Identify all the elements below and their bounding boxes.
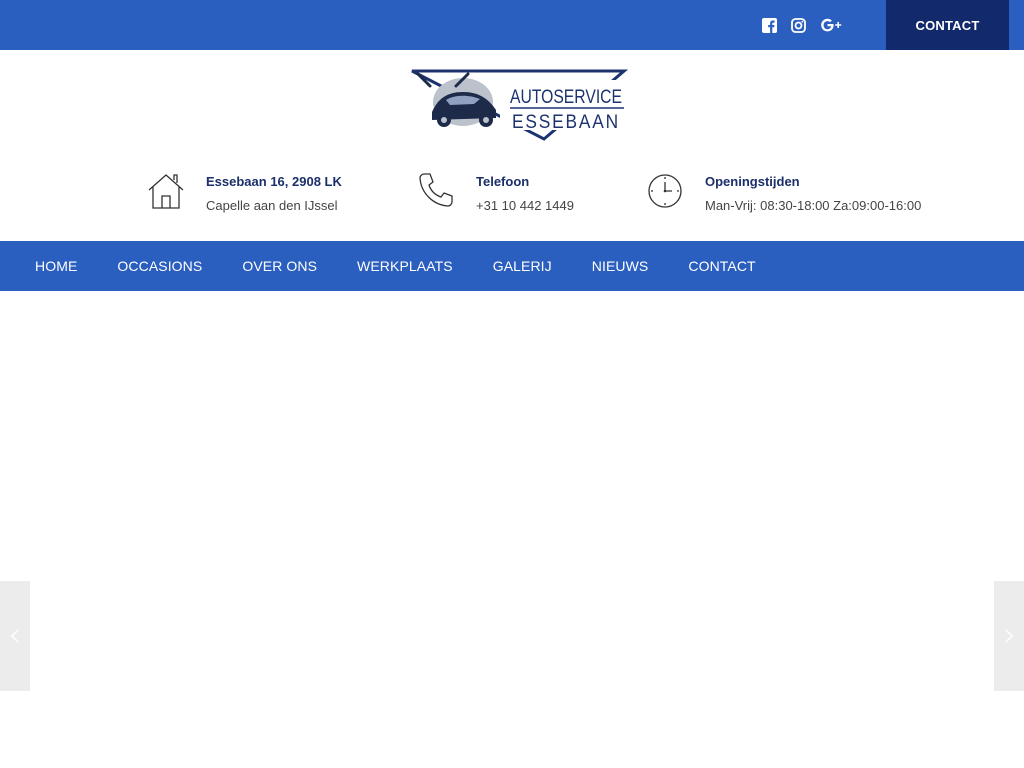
address-title: Essebaan 16, 2908 LK [206, 174, 342, 189]
hours-title: Openingstijden [705, 174, 800, 189]
facebook-icon[interactable] [758, 14, 780, 36]
phone-info: Telefoon +31 10 442 1449 [416, 170, 574, 219]
google-plus-icon[interactable] [819, 14, 845, 36]
address-info: Essebaan 16, 2908 LK Capelle aan den IJs… [146, 170, 342, 219]
contact-button[interactable]: CONTACT [886, 0, 1009, 50]
site-logo[interactable]: AUTOSERVICE ESSEBAAN [408, 68, 629, 142]
nav-item-over-ons[interactable]: OVER ONS [222, 241, 337, 291]
chevron-right-icon [1005, 629, 1014, 643]
address-city: Capelle aan den IJssel [206, 198, 338, 213]
next-post-button[interactable] [994, 581, 1024, 691]
top-bar: CONTACT [0, 0, 1024, 50]
prev-post-button[interactable] [0, 581, 30, 691]
chevron-left-icon [10, 629, 19, 643]
nav-item-occasions[interactable]: OCCASIONS [97, 241, 222, 291]
nav-item-galerij[interactable]: GALERIJ [473, 241, 572, 291]
hours-text: Man-Vrij: 08:30-18:00 Za:09:00-16:00 [705, 198, 922, 213]
nav-item-werkplaats[interactable]: WERKPLAATS [337, 241, 473, 291]
clock-icon [645, 170, 685, 210]
nav-item-contact[interactable]: CONTACT [668, 241, 775, 291]
instagram-icon[interactable] [787, 14, 809, 36]
nav-item-home[interactable]: HOME [15, 241, 97, 291]
hours-info: Openingstijden Man-Vrij: 08:30-18:00 Za:… [645, 170, 921, 219]
house-icon [146, 170, 186, 210]
phone-icon [416, 170, 456, 210]
logo-line1: AUTOSERVICE [510, 87, 622, 108]
logo-line2: ESSEBAAN [512, 112, 620, 133]
main-nav: HOME OCCASIONS OVER ONS WERKPLAATS GALER… [0, 241, 1024, 291]
phone-number[interactable]: +31 10 442 1449 [476, 193, 574, 219]
nav-item-nieuws[interactable]: NIEUWS [572, 241, 669, 291]
phone-title: Telefoon [476, 174, 530, 189]
